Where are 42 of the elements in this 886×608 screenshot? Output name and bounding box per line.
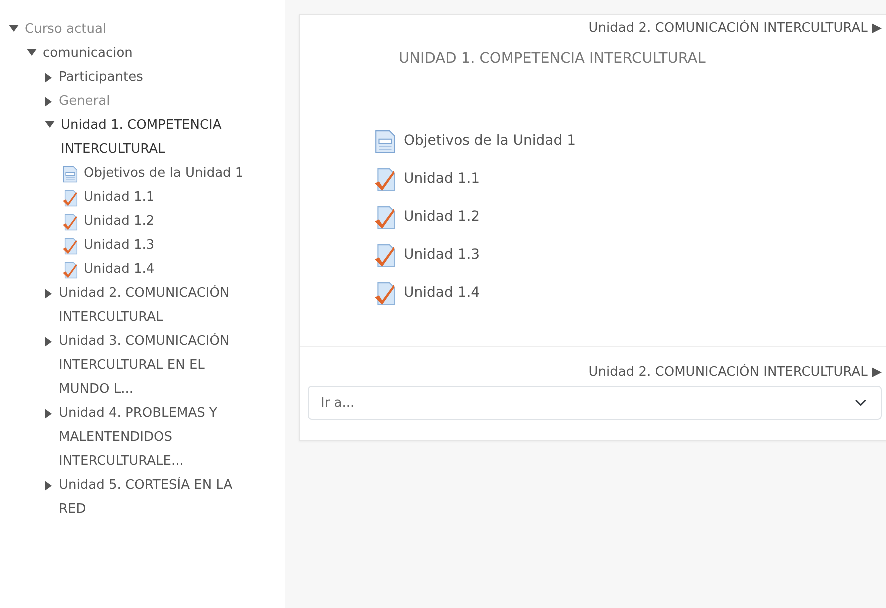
tree-item[interactable]: Unidad 1.4: [84, 258, 155, 282]
activity-link[interactable]: Unidad 1.1: [404, 169, 480, 190]
tree-item[interactable]: Unidad 2. COMUNICACIÓN INTERCULTURAL: [59, 282, 259, 330]
caret-right-icon[interactable]: [45, 289, 53, 299]
checked-document-icon: [375, 244, 396, 268]
tree-item[interactable]: Unidad 1. COMPETENCIA INTERCULTURAL: [61, 114, 261, 162]
caret-right-icon[interactable]: [45, 337, 53, 347]
checked-document-icon: [63, 190, 78, 207]
tree-item[interactable]: General: [59, 90, 110, 114]
tree-item[interactable]: Unidad 1.2: [84, 210, 155, 234]
activity-link[interactable]: Objetivos de la Unidad 1: [404, 131, 576, 152]
caret-right-icon[interactable]: [45, 481, 53, 491]
activity-link[interactable]: Unidad 1.3: [404, 245, 480, 266]
caret-right-icon[interactable]: [45, 97, 53, 107]
caret-down-icon[interactable]: [27, 49, 37, 57]
tree-item[interactable]: Objetivos de la Unidad 1: [84, 162, 244, 186]
caret-down-icon[interactable]: [45, 121, 55, 129]
checked-document-icon: [63, 262, 78, 279]
checked-document-icon: [375, 282, 396, 306]
page-icon: [375, 130, 396, 154]
tree-item[interactable]: Unidad 1.3: [84, 234, 155, 258]
tree-item[interactable]: Curso actual: [25, 18, 107, 42]
checked-document-icon: [375, 206, 396, 230]
caret-right-icon[interactable]: [45, 409, 53, 419]
tree-item[interactable]: Unidad 3. COMUNICACIÓN INTERCULTURAL EN EL MUNDO L...: [59, 330, 259, 402]
activity-link[interactable]: Unidad 1.4: [404, 283, 480, 304]
next-section-link[interactable]: Unidad 2. COMUNICACIÓN INTERCULTURAL ▶: [588, 364, 882, 380]
section-title: UNIDAD 1. COMPETENCIA INTERCULTURAL: [398, 50, 707, 68]
next-section-link[interactable]: Unidad 2. COMUNICACIÓN INTERCULTURAL ▶: [588, 21, 882, 36]
checked-document-icon: [63, 214, 78, 231]
tree-item[interactable]: comunicacion: [43, 42, 133, 66]
tree-item[interactable]: Unidad 5. CORTESÍA EN LA RED: [59, 474, 259, 522]
caret-right-icon[interactable]: [45, 73, 53, 83]
checked-document-icon: [63, 238, 78, 255]
caret-down-icon[interactable]: [9, 25, 19, 33]
tree-item[interactable]: Unidad 4. PROBLEMAS Y MALENTENDIDOS INTERCULTURALE...: [59, 402, 259, 474]
page-icon: [63, 166, 78, 183]
jump-to-select[interactable]: Ir a...: [308, 386, 882, 420]
tree-item[interactable]: Unidad 1.1: [84, 186, 155, 210]
activity-link[interactable]: Unidad 1.2: [404, 207, 480, 228]
checked-document-icon: [375, 168, 396, 192]
tree-item[interactable]: Participantes: [59, 66, 144, 90]
